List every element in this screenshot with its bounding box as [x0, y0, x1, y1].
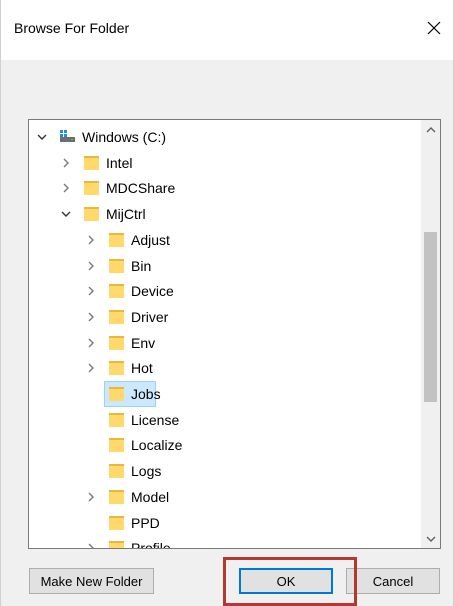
- tree-item-label: Device: [131, 283, 174, 300]
- tree-item-label: Adjust: [131, 231, 170, 248]
- folder-icon: [109, 361, 124, 376]
- chevron-down-icon: [426, 536, 435, 542]
- chevron-right-icon[interactable]: [84, 233, 98, 247]
- chevron-right-icon[interactable]: [84, 310, 98, 324]
- tree-item[interactable]: PPD: [29, 510, 421, 536]
- folder-tree[interactable]: Profile PPD Model Logs Localize License Jobs Ho…: [28, 119, 441, 549]
- tree-item[interactable]: Adjust: [29, 227, 421, 253]
- tree-item-label: Logs: [131, 463, 162, 480]
- tree-item[interactable]: Bin: [29, 253, 421, 279]
- drive-icon: [60, 130, 75, 142]
- close-icon: [427, 21, 441, 38]
- tree-item-label: Localize: [131, 437, 183, 454]
- folder-icon: [109, 335, 124, 350]
- tree-item[interactable]: MijCtrl: [29, 201, 421, 227]
- chevron-right-icon[interactable]: [84, 284, 98, 298]
- tree-item-label: Windows (C:): [82, 129, 167, 145]
- tree-item-label: Hot: [131, 360, 153, 377]
- ok-button[interactable]: OK: [239, 568, 333, 594]
- scroll-down-button[interactable]: [421, 530, 440, 547]
- chevron-right-icon[interactable]: [84, 259, 98, 273]
- tree-item-label: Model: [131, 488, 170, 505]
- tree-item-label: Driver: [131, 308, 169, 325]
- folder-icon: [84, 155, 99, 170]
- tree-item[interactable]: Profile: [29, 535, 421, 549]
- tree-item[interactable]: Windows (C:): [29, 124, 421, 150]
- folder-icon: [109, 464, 124, 479]
- tree-item-label: MijCtrl: [106, 206, 146, 223]
- cancel-button[interactable]: Cancel: [346, 568, 440, 594]
- tree-item[interactable]: Intel: [29, 150, 421, 176]
- tree-item[interactable]: Device: [29, 278, 421, 304]
- folder-icon: [84, 207, 99, 222]
- title-bar: Browse For Folder: [1, 0, 453, 60]
- folder-icon: [84, 181, 99, 196]
- folder-icon: [109, 489, 124, 504]
- tree-item-label: Jobs: [131, 386, 161, 402]
- tree-item[interactable]: Localize: [29, 432, 421, 458]
- tree-item[interactable]: Hot: [29, 355, 421, 381]
- tree-item[interactable]: Logs: [29, 458, 421, 484]
- tree-item[interactable]: License: [29, 407, 421, 433]
- tree-item-label: Profile: [131, 540, 171, 549]
- folder-icon: [109, 438, 124, 453]
- tree-item[interactable]: MDCShare: [29, 175, 421, 201]
- dialog-title: Browse For Folder: [14, 20, 130, 36]
- scroll-thumb[interactable]: [424, 232, 437, 402]
- folder-icon: [109, 515, 124, 530]
- chevron-right-icon[interactable]: [84, 490, 98, 504]
- chevron-right-icon[interactable]: [84, 336, 98, 350]
- tree-item-label: MDCShare: [106, 180, 176, 197]
- chevron-down-icon[interactable]: [35, 130, 49, 144]
- tree-item-label: Bin: [131, 257, 152, 274]
- folder-icon: [109, 541, 124, 548]
- make-new-folder-button[interactable]: Make New Folder: [29, 568, 154, 594]
- folder-icon: [109, 232, 124, 247]
- chevron-right-icon[interactable]: [84, 361, 98, 375]
- folder-icon: [109, 284, 124, 299]
- vertical-scrollbar[interactable]: [421, 120, 440, 548]
- chevron-right-icon[interactable]: [59, 156, 73, 170]
- scroll-up-button[interactable]: [421, 121, 440, 138]
- close-button[interactable]: [421, 16, 447, 42]
- tree-item[interactable]: Model: [29, 484, 421, 510]
- chevron-down-icon[interactable]: [59, 207, 73, 221]
- tree-item-label: Intel: [106, 154, 133, 171]
- tree-item[interactable]: Driver: [29, 304, 421, 330]
- folder-icon: [109, 309, 124, 324]
- folder-icon: [109, 412, 124, 427]
- tree-item-label: PPD: [131, 514, 160, 531]
- tree-item[interactable]: Env: [29, 330, 421, 356]
- tree-item[interactable]: Jobs: [29, 381, 421, 407]
- chevron-right-icon[interactable]: [84, 541, 98, 549]
- folder-icon: [109, 387, 124, 401]
- tree-item-label: Env: [131, 334, 156, 351]
- chevron-up-icon: [426, 126, 435, 132]
- folder-icon: [109, 258, 124, 273]
- tree-item-label: License: [131, 411, 180, 428]
- chevron-right-icon[interactable]: [59, 181, 73, 195]
- browse-for-folder-dialog: Browse For Folder Profile PPD Model Logs Loc…: [0, 0, 454, 606]
